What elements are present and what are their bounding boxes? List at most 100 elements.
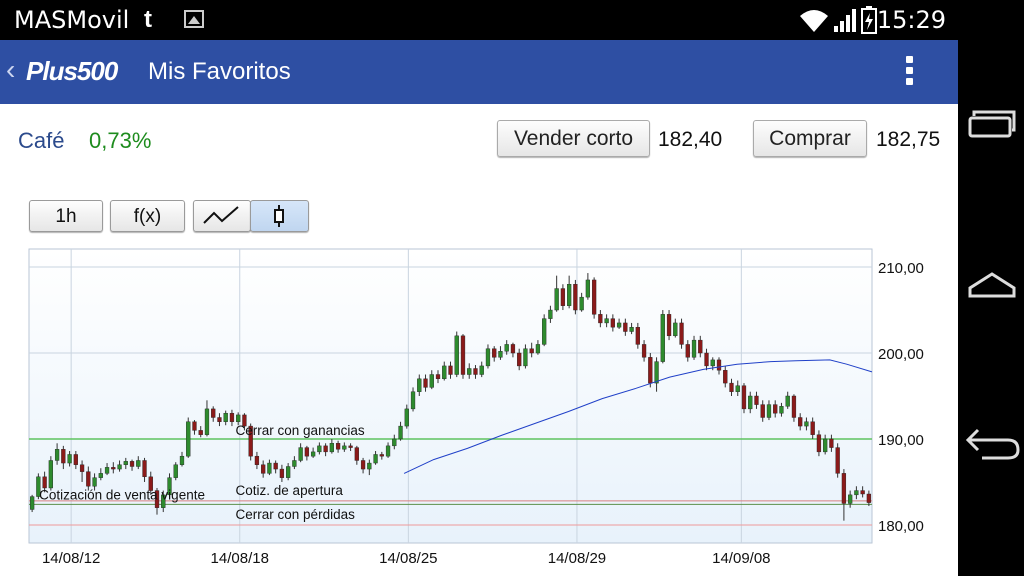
buy-button[interactable]: Comprar — [753, 120, 867, 157]
candle — [542, 314, 547, 347]
candle-body-up — [804, 421, 809, 427]
candle-body-down — [741, 385, 747, 410]
candle-body-up — [854, 490, 859, 496]
candle-body-down — [648, 357, 653, 384]
candle-body-up — [604, 318, 609, 324]
candle-body-up — [67, 454, 72, 464]
candlestick-chart-button[interactable] — [250, 200, 309, 232]
candle — [648, 353, 653, 388]
candle-body-down — [379, 454, 384, 457]
candle-body-down — [679, 322, 684, 345]
candle-body-up — [317, 445, 322, 453]
x-tick-label: 14/08/25 — [379, 550, 437, 567]
candle — [48, 456, 53, 491]
candle-body-up — [735, 385, 740, 392]
candle-body-up — [629, 327, 634, 332]
timeframe-button[interactable]: 1h — [29, 200, 103, 232]
wifi-icon — [800, 10, 828, 32]
status-bar: MASMovil t 15:29 — [0, 0, 1024, 40]
candle-body-up — [498, 351, 503, 358]
candle-body-down — [86, 471, 91, 487]
candle — [679, 318, 684, 349]
candle-body-down — [641, 344, 647, 358]
candle-body-down — [73, 454, 78, 465]
candle-body-up — [173, 464, 178, 478]
candle-body-up — [373, 454, 378, 464]
candle-body-down — [473, 368, 478, 375]
x-tick-label: 14/08/18 — [211, 550, 269, 567]
price-chart[interactable]: Cerrar con ganancias Cotización de venta … — [0, 246, 958, 576]
candle — [660, 310, 665, 364]
candle-body-down — [698, 339, 703, 354]
candle-body-up — [429, 374, 434, 388]
candle-body-up — [523, 348, 528, 367]
indicators-button[interactable]: f(x) — [110, 200, 185, 232]
candle-body-down — [591, 279, 597, 315]
candle-body-up — [467, 368, 472, 375]
candle-body-up — [848, 494, 853, 504]
candle — [460, 334, 466, 379]
candle-body-down — [335, 443, 341, 450]
candle-body-up — [454, 335, 459, 375]
candle-body-up — [748, 395, 753, 410]
back-icon — [965, 428, 1020, 460]
sell-short-button[interactable]: Vender corto — [497, 120, 650, 157]
candle-body-up — [554, 288, 559, 311]
candle-body-down — [42, 476, 47, 489]
candle-body-up — [485, 348, 491, 367]
candle-body-up — [117, 464, 122, 470]
candle-body-down — [816, 434, 822, 453]
status-clock: 15:29 — [876, 6, 946, 34]
candle-body-up — [779, 406, 784, 414]
candle-body-down — [573, 284, 578, 311]
candle-body-up — [298, 447, 303, 461]
candle-body-down — [217, 417, 222, 422]
candle-body-down — [529, 348, 534, 354]
candle-body-down — [685, 344, 690, 358]
x-tick-label: 14/08/29 — [548, 550, 606, 567]
candle-body-up — [292, 460, 297, 467]
image-icon — [184, 10, 204, 28]
y-tick-label: 210,00 — [878, 260, 924, 277]
recent-apps-button[interactable] — [958, 98, 1024, 158]
y-tick-label: 200,00 — [878, 346, 924, 363]
candle-body-up — [286, 466, 291, 478]
candle — [835, 443, 840, 478]
signal-icon — [834, 9, 856, 32]
candle-body-down — [198, 430, 203, 435]
page-title: Mis Favoritos — [148, 58, 291, 85]
line-chart-icon — [203, 206, 239, 224]
overflow-menu-icon[interactable] — [904, 56, 914, 90]
back-button[interactable] — [958, 416, 1024, 476]
candle-body-up — [691, 339, 697, 358]
candle-body-down — [635, 327, 640, 345]
candle-body-down — [760, 404, 765, 418]
home-button[interactable] — [958, 258, 1024, 318]
level-label: Cotiz. de apertura — [236, 483, 344, 498]
candle — [741, 383, 747, 414]
candle-body-down — [261, 464, 266, 474]
candle-body-up — [660, 314, 665, 362]
line-chart-button[interactable] — [193, 200, 251, 232]
candle-body-up — [342, 445, 347, 450]
candle-body-down — [560, 288, 566, 306]
candle-body-up — [236, 414, 241, 422]
candlestick-chart[interactable]: Cerrar con ganancias Cotización de venta … — [0, 246, 958, 576]
price-change: 0,73% — [89, 128, 152, 153]
candle-body-up — [204, 408, 210, 435]
candle-body-down — [810, 421, 815, 435]
candle-body-up — [98, 473, 103, 478]
candle — [29, 494, 35, 513]
candle-body-down — [229, 412, 235, 422]
candle-body-up — [410, 391, 416, 410]
candle-body-up — [579, 296, 584, 311]
y-tick-label: 190,00 — [878, 432, 924, 449]
chevron-left-icon[interactable]: ‹ — [6, 54, 15, 86]
candle-body-up — [442, 365, 447, 380]
x-tick-label: 14/09/08 — [712, 550, 770, 567]
candle-body-up — [123, 461, 128, 465]
candle-body-down — [360, 460, 366, 470]
candle-body-up — [823, 438, 828, 453]
candle — [791, 394, 797, 422]
candle-body-down — [348, 445, 353, 448]
